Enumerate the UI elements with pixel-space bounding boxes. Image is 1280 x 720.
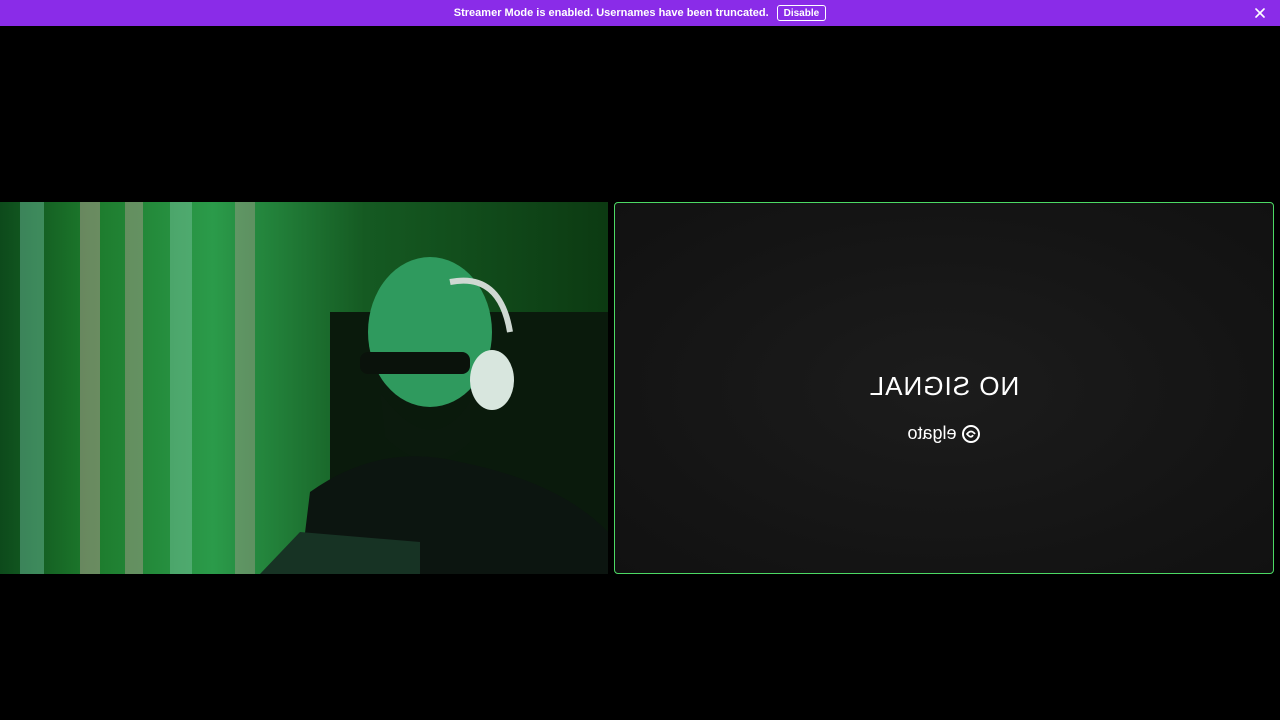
camera-video-tile[interactable] [0, 202, 608, 574]
elgato-brand: elgato [907, 423, 957, 443]
video-stage: NO SIGNAL elgato [0, 26, 1280, 720]
banner-message: Streamer Mode is enabled. Usernames have… [453, 7, 769, 19]
elgato-icon [961, 424, 980, 443]
disable-streamer-mode-button[interactable]: Disable [776, 5, 827, 21]
close-icon[interactable] [1252, 5, 1268, 21]
no-signal-label: NO SIGNAL [868, 371, 1020, 401]
person-silhouette [260, 257, 608, 574]
streamer-mode-banner: Streamer Mode is enabled. Usernames have… [0, 0, 1280, 26]
elgato-logo: elgato [615, 423, 1273, 444]
no-signal-tile[interactable]: NO SIGNAL elgato [614, 202, 1274, 574]
